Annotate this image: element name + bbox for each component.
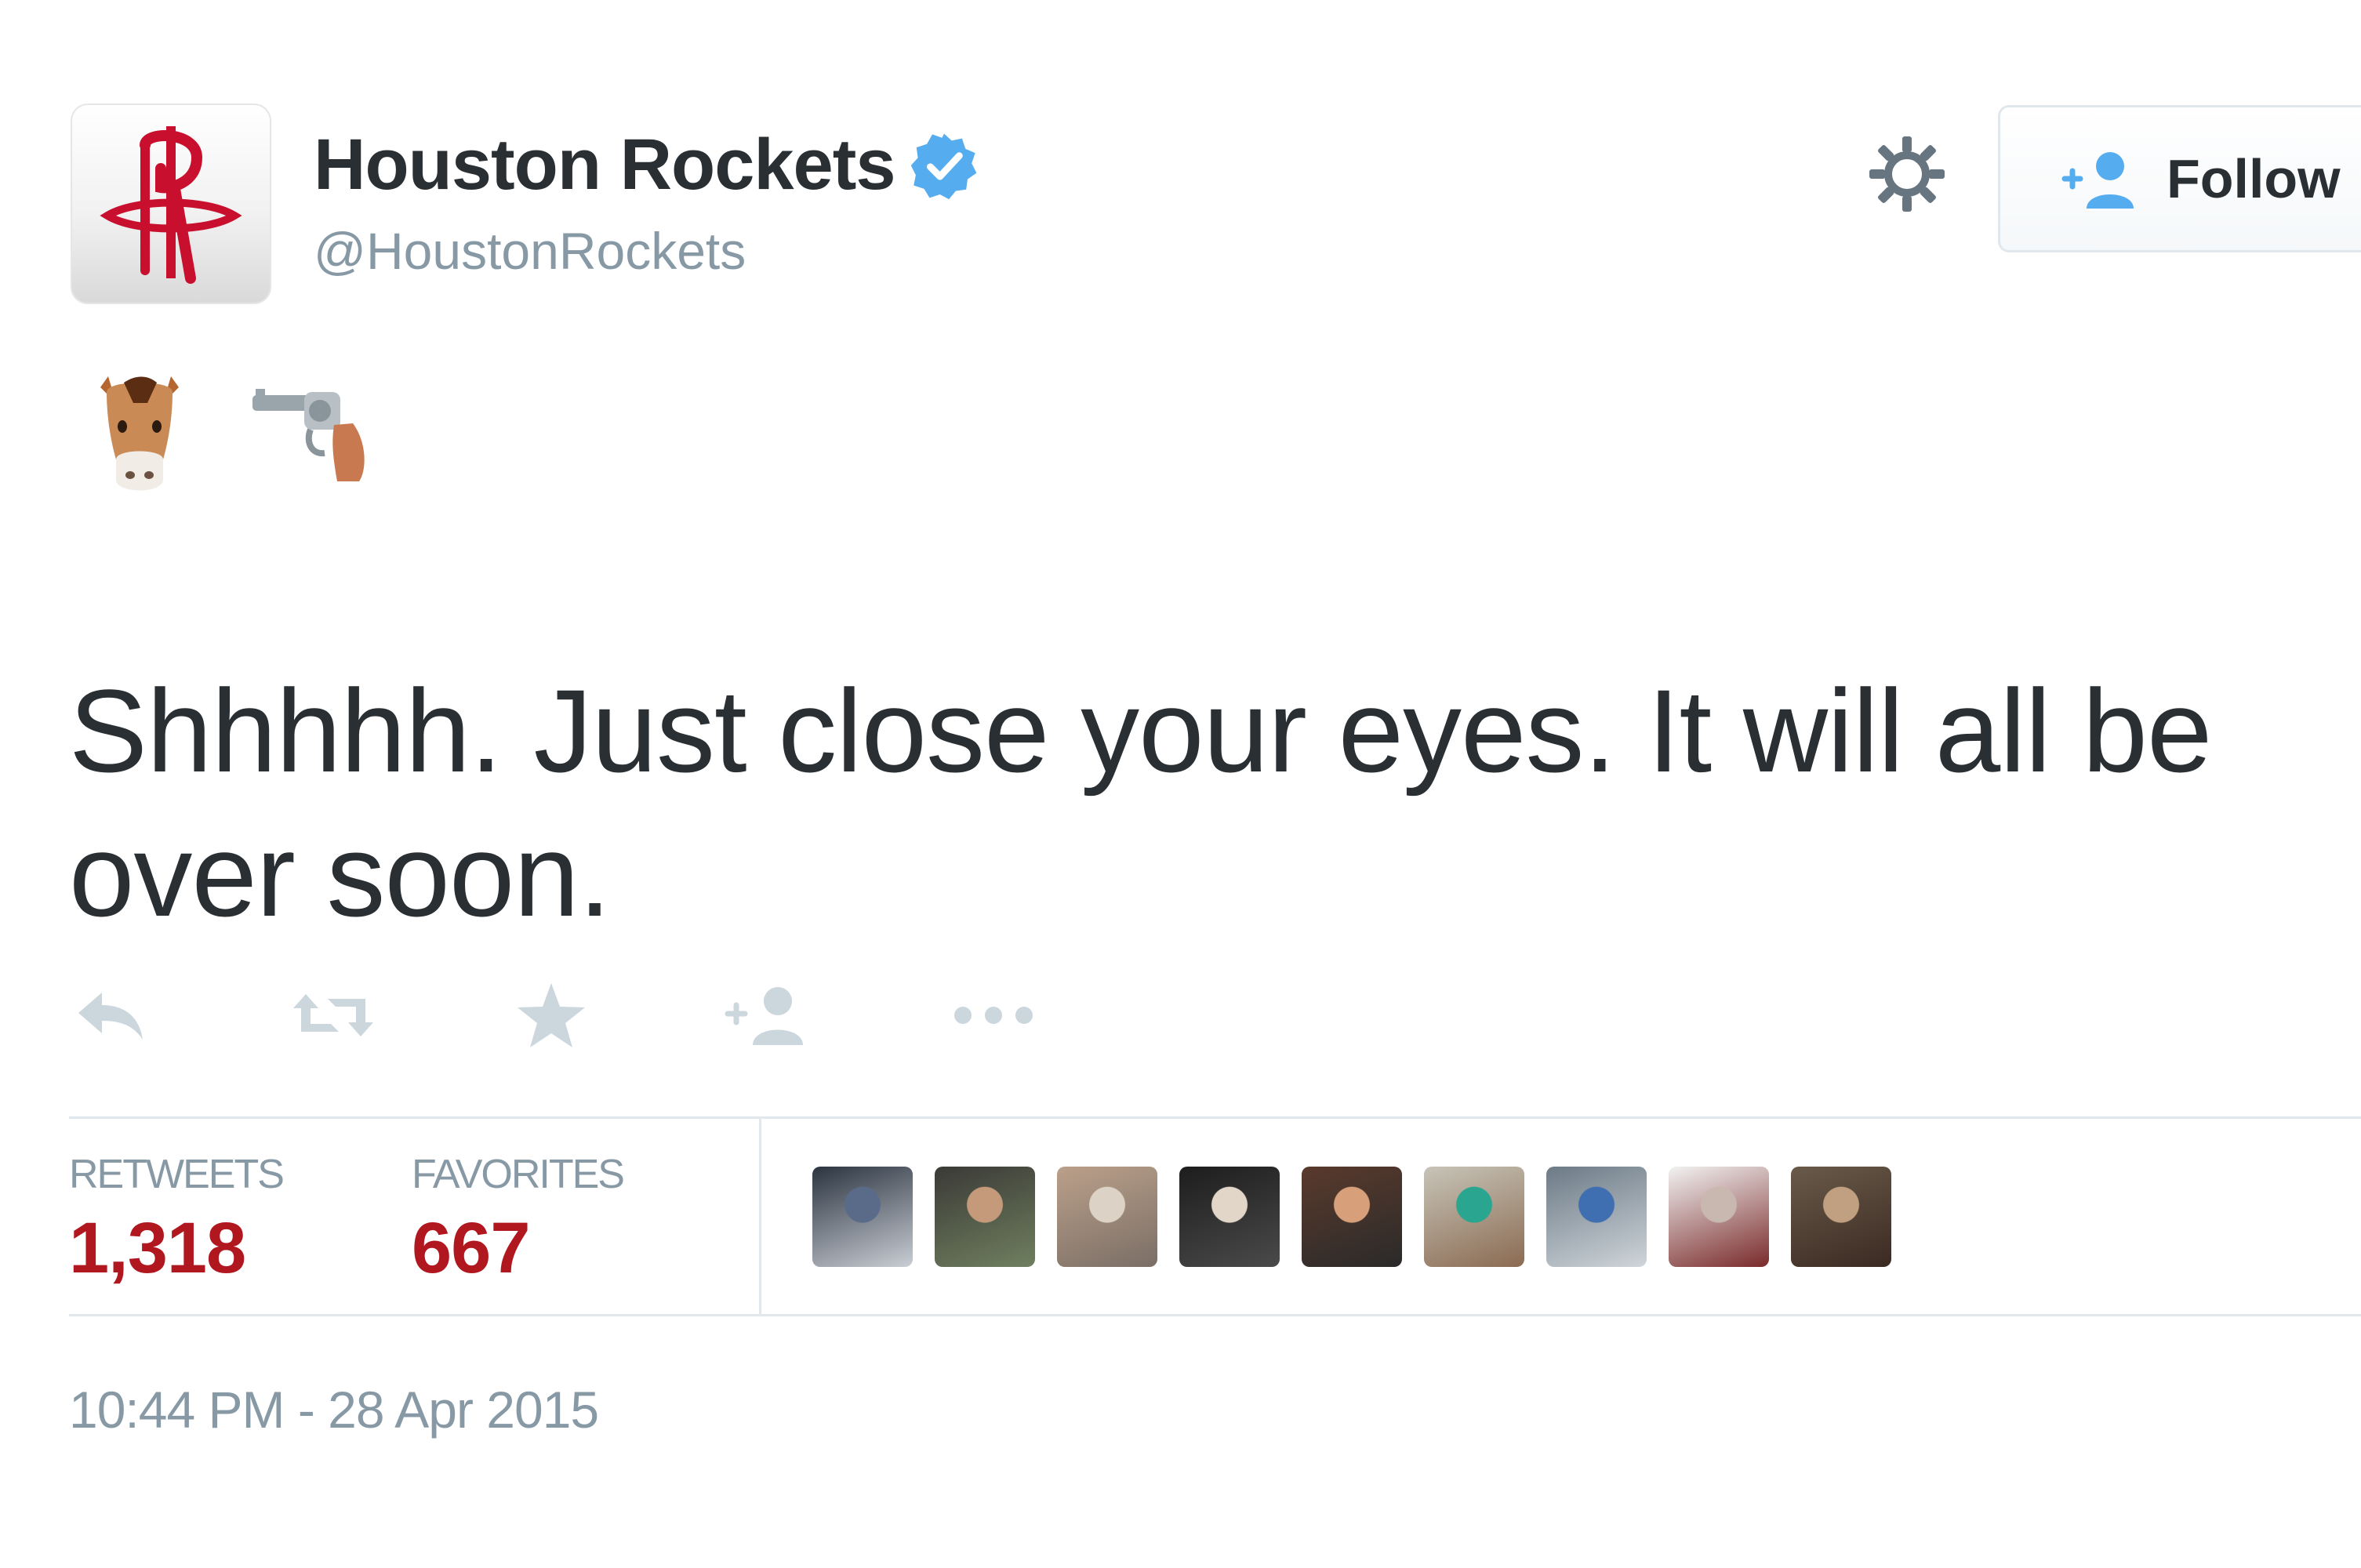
favorites-label[interactable]: FAVORITES bbox=[412, 1151, 625, 1198]
pistol-emoji bbox=[252, 389, 365, 481]
gear-icon[interactable] bbox=[1868, 135, 1946, 213]
tweet-text: Shhhhh. Just close your eyes. It will al… bbox=[69, 665, 2212, 941]
retweets-count[interactable]: 1,318 bbox=[69, 1207, 246, 1290]
favoriter-avatar[interactable] bbox=[1302, 1167, 1402, 1267]
stats-divider-top bbox=[69, 1116, 2361, 1119]
more-icon[interactable] bbox=[950, 980, 1037, 1051]
verified-badge-icon bbox=[910, 133, 976, 199]
name-row: Houston Rockets bbox=[314, 124, 979, 206]
follow-icon[interactable] bbox=[725, 980, 811, 1051]
favoriter-avatar[interactable] bbox=[1669, 1167, 1769, 1267]
tweet-timestamp[interactable]: 10:44 PM - 28 Apr 2015 bbox=[69, 1380, 599, 1439]
follow-button-label: Follow bbox=[2167, 148, 2341, 209]
favoriter-avatar[interactable] bbox=[1791, 1167, 1891, 1267]
favorites-count[interactable]: 667 bbox=[412, 1207, 530, 1290]
stats-divider-bottom bbox=[69, 1314, 2361, 1316]
reply-icon[interactable] bbox=[75, 980, 146, 1051]
retweets-label[interactable]: RETWEETS bbox=[69, 1151, 285, 1198]
account-handle[interactable]: @HoustonRockets bbox=[314, 221, 746, 281]
account-avatar[interactable] bbox=[71, 103, 271, 304]
stats-divider-vertical bbox=[759, 1118, 761, 1316]
favoriter-avatar[interactable] bbox=[1546, 1167, 1647, 1267]
favoriter-avatar[interactable] bbox=[1057, 1167, 1157, 1267]
follow-button[interactable]: Follow bbox=[1998, 105, 2361, 252]
favoriter-avatar[interactable] bbox=[1424, 1167, 1524, 1267]
add-user-icon bbox=[2061, 152, 2134, 209]
horse-face-emoji bbox=[100, 376, 179, 491]
houston-rockets-logo-icon bbox=[100, 126, 242, 284]
display-name[interactable]: Houston Rockets bbox=[314, 124, 896, 206]
favoriter-avatar[interactable] bbox=[935, 1167, 1035, 1267]
favoriter-avatar[interactable] bbox=[1179, 1167, 1280, 1267]
favorite-icon[interactable] bbox=[516, 980, 587, 1051]
favoriter-avatar[interactable] bbox=[812, 1167, 913, 1267]
retweet-icon[interactable] bbox=[290, 980, 376, 1051]
